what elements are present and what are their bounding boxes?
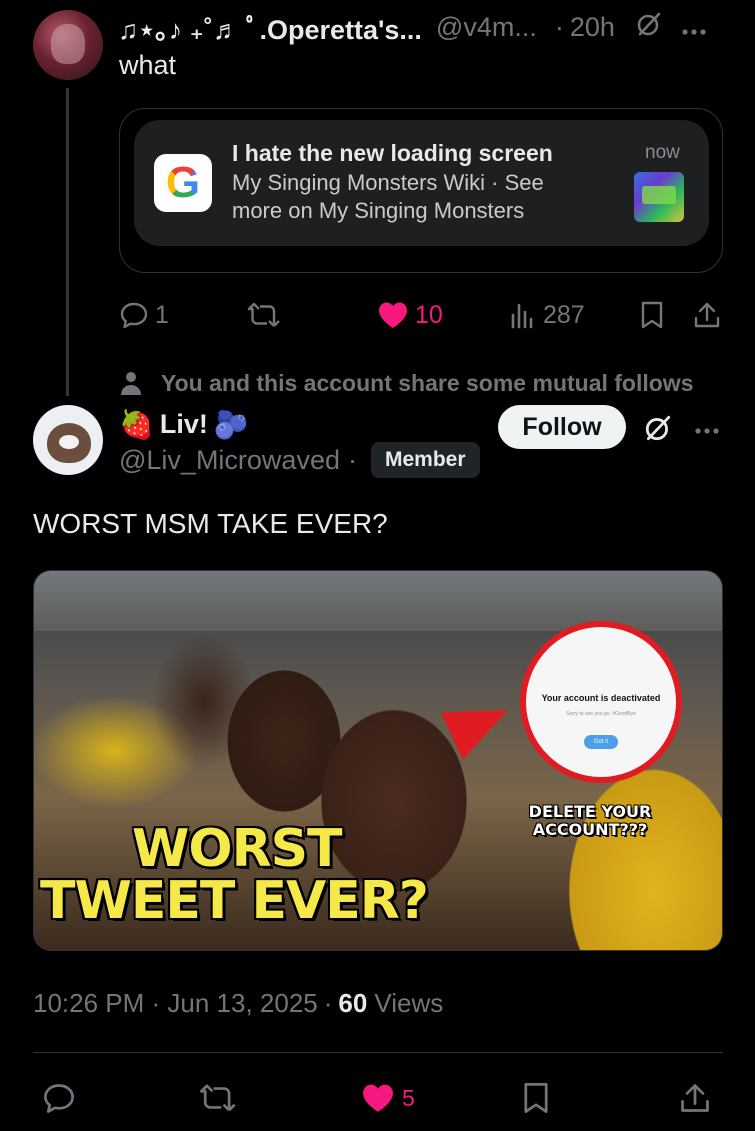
- meme-caption-small: DELETE YOUR ACCOUNT???: [528, 802, 652, 839]
- strawberry-emoji: 🍓: [119, 408, 154, 440]
- tweet-views-count: 60: [338, 987, 368, 1018]
- mutual-follows-text: You and this account share some mutual f…: [161, 369, 694, 396]
- reply-button[interactable]: 1: [119, 298, 169, 332]
- divider: [33, 1052, 723, 1053]
- bookmark-button[interactable]: [639, 298, 665, 332]
- tweet-views-label: Views: [374, 987, 444, 1018]
- share-button[interactable]: [679, 1080, 711, 1116]
- thread-line: [66, 88, 69, 396]
- views-icon: [511, 303, 533, 329]
- repost-icon: [247, 302, 280, 327]
- red-arrow-icon: [440, 686, 520, 760]
- popup-subtitle: Sorry to see you go. #GoodBye: [566, 711, 636, 717]
- reply-text: what: [119, 50, 177, 80]
- heart-icon: [363, 1084, 393, 1112]
- reply-separator: ·: [554, 11, 564, 42]
- author-name-row[interactable]: 🍓 Liv! 🫐: [119, 404, 255, 444]
- mutual-follows-note: You and this account share some mutual f…: [119, 368, 694, 398]
- popup-title: Your account is deactivated: [541, 693, 661, 703]
- author-handle[interactable]: @Liv_Microwaved: [119, 445, 340, 476]
- notification-title: I hate the new loading screen: [232, 140, 553, 166]
- reply-count: 1: [155, 300, 169, 329]
- reply-button[interactable]: [41, 1080, 77, 1116]
- more-icon[interactable]: [694, 422, 720, 440]
- blueberry-emoji: 🫐: [213, 408, 249, 440]
- reply-header: ♫⋆｡♪ ₊˚♬ ﾟ.Operetta's... @v4m... · 20h: [118, 8, 707, 47]
- follow-button[interactable]: Follow: [498, 405, 626, 449]
- meta-separator: ·: [323, 987, 333, 1018]
- like-count: 5: [402, 1084, 415, 1111]
- reply-icon: [44, 1084, 74, 1113]
- tweet-media-image[interactable]: Your account is deactivated Sorry to see…: [33, 570, 723, 951]
- share-button[interactable]: [693, 298, 721, 332]
- bookmark-icon: [524, 1083, 548, 1113]
- notification-thumbnail: [634, 172, 684, 222]
- reply-time[interactable]: 20h: [570, 12, 615, 43]
- member-badge[interactable]: Member: [370, 442, 480, 478]
- tweet-meta: 10:26 PM · Jun 13, 2025 · 60 Views: [33, 985, 443, 1021]
- meme-line-2: TWEET EVER?: [40, 871, 429, 931]
- views-button[interactable]: 287: [509, 298, 585, 332]
- author-avatar[interactable]: [33, 405, 103, 475]
- tweet-text: WORST MSM TAKE EVER?: [33, 508, 388, 539]
- author-display-name[interactable]: Liv!: [160, 409, 208, 440]
- grok-icon[interactable]: [643, 413, 673, 448]
- meme-caption-big: WORST TWEET EVER?: [40, 819, 429, 927]
- bookmark-icon: [641, 301, 663, 329]
- heart-icon: [379, 302, 407, 328]
- grok-icon[interactable]: [635, 10, 663, 45]
- like-button[interactable]: 5: [360, 1080, 415, 1116]
- reply-icon: [120, 302, 148, 329]
- share-icon: [681, 1084, 709, 1112]
- repost-button[interactable]: [246, 298, 282, 332]
- reply-handle[interactable]: @v4m...: [436, 12, 537, 43]
- more-icon[interactable]: [681, 12, 707, 43]
- like-button[interactable]: 10: [377, 298, 443, 332]
- share-icon: [694, 302, 720, 328]
- google-letter: G: [165, 158, 201, 207]
- tweet-timestamp[interactable]: 10:26 PM · Jun 13, 2025: [33, 988, 318, 1019]
- views-count: 287: [543, 300, 585, 329]
- reply-display-name[interactable]: ♫⋆｡♪ ₊˚♬ ﾟ.Operetta's...: [118, 8, 422, 47]
- notification-time: now: [645, 142, 680, 163]
- repost-icon: [200, 1084, 236, 1112]
- person-icon: [121, 372, 141, 395]
- meme-line-1: WORST: [132, 819, 343, 879]
- notification-body: My Singing Monsters Wiki · See more on M…: [232, 170, 544, 223]
- author-handle-row: @Liv_Microwaved · Member: [119, 442, 480, 478]
- deactivated-popup-circle: Your account is deactivated Sorry to see…: [520, 621, 682, 783]
- like-count: 10: [415, 300, 443, 329]
- handle-separator: ·: [347, 444, 357, 475]
- google-logo-icon: G: [154, 154, 212, 212]
- popup-button: Got it: [584, 735, 618, 749]
- repost-button[interactable]: [198, 1080, 238, 1116]
- reply-avatar[interactable]: [33, 10, 103, 80]
- bookmark-button[interactable]: [521, 1080, 551, 1116]
